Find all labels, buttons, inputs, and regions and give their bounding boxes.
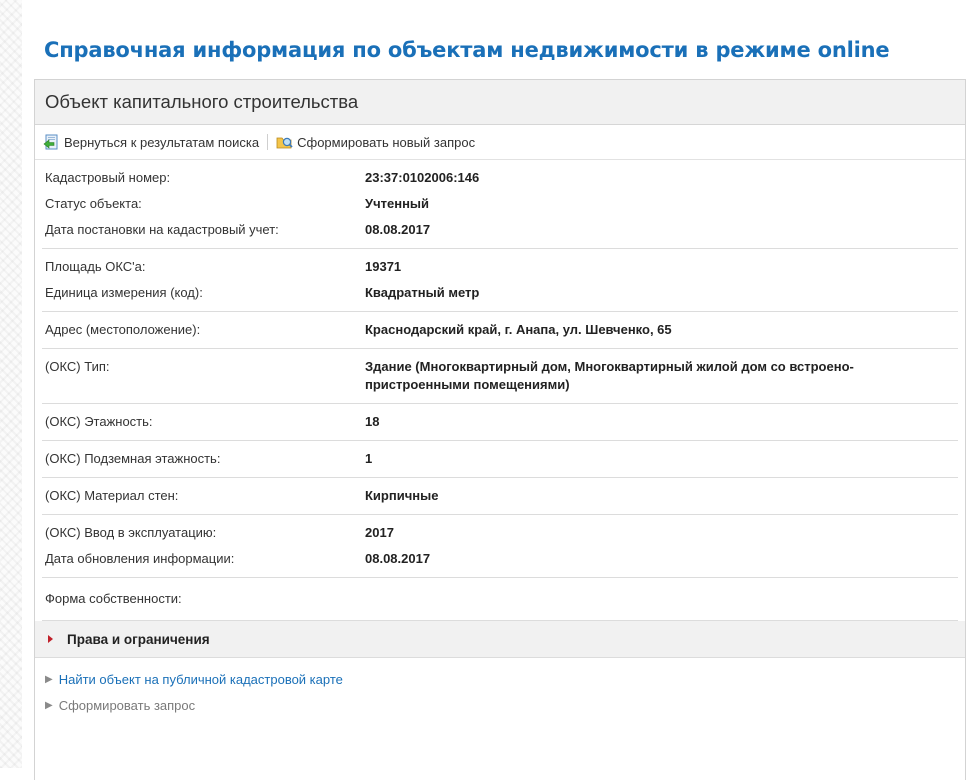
wall-material-label: (ОКС) Материал стен: [45, 488, 179, 503]
back-to-results-label: Вернуться к результатам поиска [64, 134, 260, 150]
wall-material-value: Кирпичные [365, 488, 439, 503]
row-type: (ОКС) Тип: Здание (Многоквартирный дом, … [42, 354, 958, 398]
updated-label: Дата обновления информации: [45, 551, 235, 566]
make-request-link[interactable]: Сформировать запрос [59, 698, 195, 713]
area-label: Площадь ОКС'а: [45, 259, 146, 274]
info-group-material: (ОКС) Материал стен: Кирпичные [42, 478, 958, 515]
type-label: (ОКС) Тип: [45, 359, 110, 374]
unit-value: Квадратный метр [365, 285, 480, 300]
row-updated: Дата обновления информации: 08.08.2017 [42, 546, 958, 572]
area-value: 19371 [365, 259, 402, 274]
row-address: Адрес (местоположение): Краснодарский кр… [42, 317, 958, 343]
chevron-right-icon: ▶ [45, 673, 53, 685]
page-title: Справочная информация по объектам недвиж… [44, 38, 890, 62]
back-to-results-button[interactable]: Вернуться к результатам поиска [43, 134, 259, 150]
rights-section-toggle[interactable]: Права и ограничения [35, 621, 965, 658]
floors-value: 18 [365, 414, 380, 429]
back-arrow-icon [43, 134, 60, 150]
chevron-right-icon: ▶ [45, 699, 53, 711]
link-row-make-request: ▶ Сформировать запрос [45, 692, 965, 718]
ownership-label: Форма собственности: [45, 591, 182, 606]
row-ownership: Форма собственности: [42, 586, 958, 612]
link-row-find-on-map: ▶ Найти объект на публичной кадастровой … [45, 666, 965, 692]
unit-label: Единица измерения (код): [45, 285, 203, 300]
info-group-identity: Кадастровый номер: 23:37:0102006:146 Ста… [42, 160, 958, 249]
floors-label: (ОКС) Этажность: [45, 414, 153, 429]
row-registration-date: Дата постановки на кадастровый учет: 08.… [42, 217, 958, 243]
triangle-right-icon [48, 635, 53, 643]
row-area: Площадь ОКС'а: 19371 [42, 254, 958, 280]
row-wall-material: (ОКС) Материал стен: Кирпичные [42, 483, 958, 509]
info-group-underground: (ОКС) Подземная этажность: 1 [42, 441, 958, 478]
registration-date-value: 08.08.2017 [365, 222, 431, 237]
info-group-type: (ОКС) Тип: Здание (Многоквартирный дом, … [42, 349, 958, 404]
address-label: Адрес (местоположение): [45, 322, 201, 337]
info-table: Кадастровый номер: 23:37:0102006:146 Ста… [35, 160, 965, 621]
row-status: Статус объекта: Учтенный [42, 191, 958, 217]
toolbar: Вернуться к результатам поиска Сформиров… [35, 125, 965, 160]
new-query-button[interactable]: Сформировать новый запрос [276, 134, 475, 150]
registration-date-label: Дата постановки на кадастровый учет: [45, 222, 279, 237]
cadastral-number-label: Кадастровый номер: [45, 170, 171, 185]
info-group-area: Площадь ОКС'а: 19371 Единица измерения (… [42, 249, 958, 312]
info-group-address: Адрес (местоположение): Краснодарский кр… [42, 312, 958, 349]
commissioning-value: 2017 [365, 525, 394, 540]
row-underground-floors: (ОКС) Подземная этажность: 1 [42, 446, 958, 472]
status-value: Учтенный [365, 196, 430, 211]
underground-floors-value: 1 [365, 451, 373, 466]
info-group-ownership: Форма собственности: [42, 578, 958, 621]
links-list: ▶ Найти объект на публичной кадастровой … [35, 658, 965, 718]
commissioning-label: (ОКС) Ввод в эксплуатацию: [45, 525, 217, 540]
row-floors: (ОКС) Этажность: 18 [42, 409, 958, 435]
status-label: Статус объекта: [45, 196, 142, 211]
object-panel: Объект капитального строительства Вернут… [34, 79, 966, 780]
row-cadastral-number: Кадастровый номер: 23:37:0102006:146 [42, 165, 958, 191]
row-commissioning: (ОКС) Ввод в эксплуатацию: 2017 [42, 520, 958, 546]
toolbar-divider [267, 134, 269, 150]
address-value: Краснодарский край, г. Анапа, ул. Шевчен… [365, 322, 672, 337]
left-texture [0, 0, 22, 768]
cadastral-number-value: 23:37:0102006:146 [365, 170, 480, 185]
info-group-commissioning: (ОКС) Ввод в эксплуатацию: 2017 Дата обн… [42, 515, 958, 578]
new-query-label: Сформировать новый запрос [297, 134, 476, 150]
rights-section-label: Права и ограничения [67, 631, 210, 647]
ownership-value [365, 590, 958, 608]
info-group-floors: (ОКС) Этажность: 18 [42, 404, 958, 441]
panel-header: Объект капитального строительства [35, 80, 965, 125]
new-query-icon [276, 134, 293, 150]
panel-title: Объект капитального строительства [45, 91, 359, 112]
find-on-map-link[interactable]: Найти объект на публичной кадастровой ка… [59, 672, 343, 687]
type-value: Здание (Многоквартирный дом, Многокварти… [365, 359, 854, 392]
underground-floors-label: (ОКС) Подземная этажность: [45, 451, 221, 466]
row-unit: Единица измерения (код): Квадратный метр [42, 280, 958, 306]
updated-value: 08.08.2017 [365, 551, 431, 566]
